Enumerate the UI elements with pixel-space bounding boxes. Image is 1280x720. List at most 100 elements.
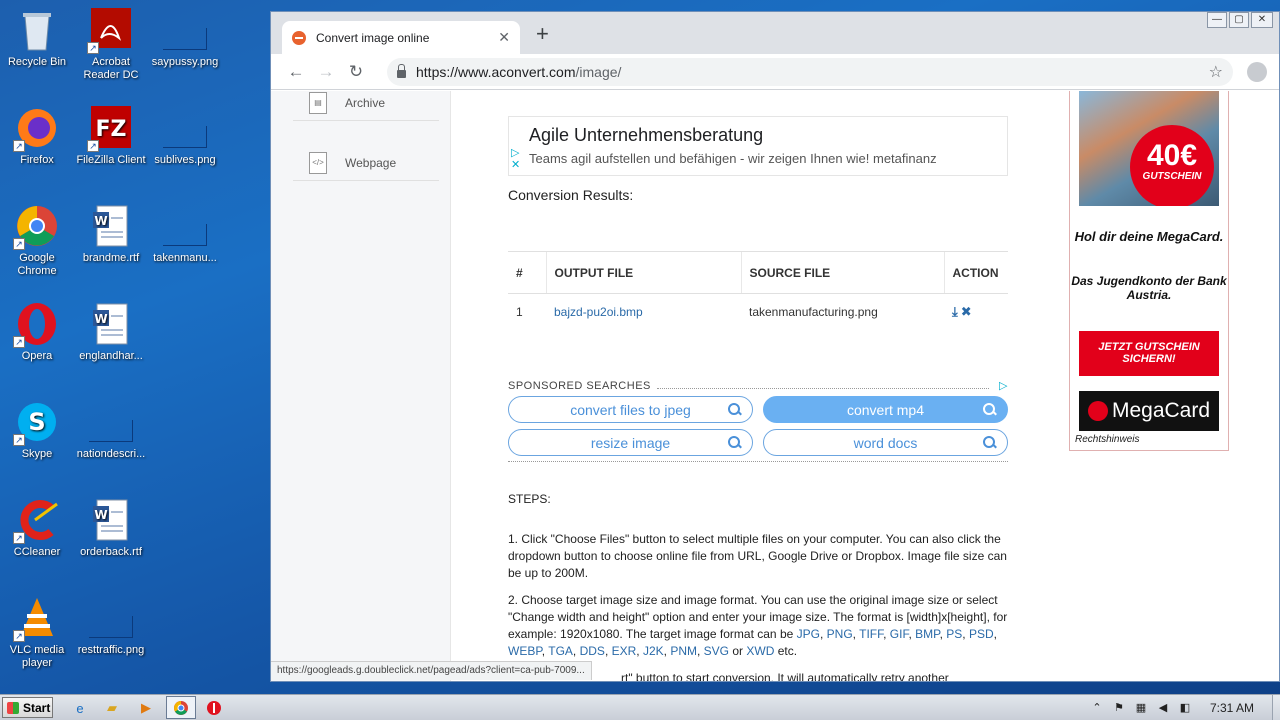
ad-headline[interactable]: Agile Unternehmensberatung — [529, 125, 987, 146]
maximize-button[interactable]: ▢ — [1229, 12, 1249, 28]
media-player-icon[interactable]: ▶ — [136, 698, 156, 718]
format-link[interactable]: TIFF — [859, 627, 883, 641]
search-pill[interactable]: word docs — [763, 429, 1008, 456]
security-icon[interactable]: ◧ — [1178, 701, 1192, 715]
desktop-icon-recycle-bin[interactable]: Recycle Bin — [0, 8, 74, 69]
image-file-icon — [89, 616, 133, 638]
desktop-icon-rtf[interactable]: W englandhar... — [74, 302, 148, 363]
search-pill[interactable]: resize image — [508, 429, 753, 456]
adchoices-icon[interactable]: ▷ — [999, 379, 1008, 392]
explorer-folder-icon[interactable]: ▰ — [102, 698, 122, 718]
display-ad-megacard[interactable]: 40€ GUTSCHEIN Hol dir deine MegaCard. Da… — [1069, 91, 1229, 451]
desktop-icon-firefox[interactable]: ↗ Firefox — [0, 106, 74, 167]
tray-expand-icon[interactable]: ⌃ — [1090, 701, 1104, 715]
ad-line-1: Hol dir deine MegaCard. — [1074, 229, 1224, 244]
column-header-number: # — [508, 251, 546, 294]
desktop-icon-file[interactable]: takenmanu... — [148, 204, 222, 265]
reload-icon[interactable]: ↻ — [341, 62, 371, 82]
search-pill-label: word docs — [853, 434, 918, 451]
format-link[interactable]: EXR — [612, 644, 637, 658]
desktop-icon-opera[interactable]: ↗ Opera — [0, 302, 74, 363]
conversion-results-title: Conversion Results: — [508, 187, 634, 203]
download-icon[interactable]: ⤓ — [952, 304, 958, 319]
desktop-icon-label: Firefox — [20, 154, 54, 166]
tab-convert-image[interactable]: Convert image online ✕ — [282, 21, 520, 54]
format-link[interactable]: PSD — [969, 627, 994, 641]
opera-taskbar-icon[interactable] — [204, 698, 224, 718]
format-link[interactable]: XWD — [746, 644, 774, 658]
desktop-icon-file[interactable]: saypussy.png — [148, 8, 222, 69]
word-document-icon: W — [89, 204, 133, 248]
ie-icon[interactable]: e — [70, 698, 90, 718]
desktop-icon-vlc[interactable]: ↗ VLC media player — [0, 596, 74, 670]
desktop-icon-chrome[interactable]: ↗ Google Chrome — [0, 204, 74, 278]
desktop-icon-file[interactable]: resttraffic.png — [74, 596, 148, 657]
action-center-icon[interactable]: ⚑ — [1112, 701, 1126, 715]
step-1-text: 1. Click "Choose Files" button to select… — [508, 532, 1007, 580]
back-arrow-icon[interactable]: ← — [281, 62, 311, 82]
desktop-icon-file[interactable]: nationdescri... — [74, 400, 148, 461]
text-ad-banner[interactable]: Agile Unternehmensberatung Teams agil au… — [508, 116, 1008, 176]
desktop-icon-rtf[interactable]: W brandme.rtf — [74, 204, 148, 265]
desktop-icon-file[interactable]: sublives.png — [148, 106, 222, 167]
format-link[interactable]: TGA — [548, 644, 573, 658]
desktop-icon-label: FileZilla Client — [76, 154, 146, 166]
desktop-icon-label: takenmanu... — [153, 252, 217, 264]
image-file-icon — [163, 224, 207, 246]
desktop-icon-label: nationdescri... — [76, 448, 146, 460]
close-window-button[interactable]: ✕ — [1251, 12, 1273, 28]
svg-text:W: W — [94, 508, 107, 522]
format-link[interactable]: BMP — [915, 627, 939, 641]
start-button[interactable]: Start — [2, 697, 53, 718]
steps-section: STEPS: 1. Click "Choose Files" button to… — [508, 491, 1008, 681]
desktop-icon-ccleaner[interactable]: ↗ CCleaner — [0, 498, 74, 559]
desktop-icon-label: sublives.png — [154, 154, 216, 166]
address-bar[interactable]: https://www.aconvert.com/image/ ☆ — [387, 58, 1233, 86]
format-link[interactable]: PNM — [670, 644, 697, 658]
format-link[interactable]: GIF — [890, 627, 909, 641]
adchoices-icon[interactable]: ▷ ✕ — [511, 147, 520, 171]
format-link[interactable]: JPG — [797, 627, 820, 641]
new-tab-button[interactable]: + — [536, 23, 549, 45]
output-file-link[interactable]: bajzd-pu2oi.bmp — [546, 294, 741, 330]
forward-arrow-icon[interactable]: → — [311, 62, 341, 82]
chrome-taskbar-icon[interactable] — [166, 696, 196, 719]
search-pill-label: convert mp4 — [846, 401, 925, 418]
format-link[interactable]: WEBP — [508, 644, 542, 658]
svg-text:W: W — [94, 214, 107, 228]
network-icon[interactable]: ▦ — [1134, 701, 1148, 715]
show-desktop-button[interactable] — [1272, 695, 1280, 720]
desktop-icon-filezilla[interactable]: FZ ↗ FileZilla Client — [74, 106, 148, 167]
acrobat-icon: ↗ — [87, 8, 133, 54]
ad-legal-link[interactable]: Rechtshinweis — [1075, 434, 1139, 445]
browser-toolbar: ← → ↻ https://www.aconvert.com/image/ ☆ — [271, 54, 1279, 90]
search-pill[interactable]: convert mp4 — [763, 396, 1008, 423]
volume-icon[interactable]: ◀ — [1156, 701, 1170, 715]
desktop-icon-skype[interactable]: S ↗ Skype — [0, 400, 74, 461]
minimize-button[interactable]: — — [1207, 12, 1227, 28]
sidebar-item-archive[interactable]: ▤ Archive — [293, 91, 439, 121]
search-icon — [981, 401, 997, 417]
desktop-icon-label: CCleaner — [13, 546, 61, 558]
format-link[interactable]: J2K — [643, 644, 664, 658]
delete-icon[interactable]: ✖ — [961, 304, 972, 319]
tab-close-icon[interactable]: ✕ — [498, 29, 510, 46]
ad-cta-button[interactable]: JETZT GUTSCHEIN SICHERN! — [1079, 331, 1219, 376]
clock[interactable]: 7:31 AM — [1210, 701, 1254, 715]
desktop-icon-label: Skype — [21, 448, 53, 460]
bookmark-star-icon[interactable]: ☆ — [1209, 62, 1223, 82]
voucher-label: GUTSCHEIN — [1142, 171, 1202, 182]
desktop-icon-rtf[interactable]: W orderback.rtf — [74, 498, 148, 559]
search-pill[interactable]: convert files to jpeg — [508, 396, 753, 423]
url-text[interactable]: https://www.aconvert.com/image/ — [416, 64, 1209, 80]
format-link[interactable]: DDS — [580, 644, 605, 658]
desktop-icon-label: Acrobat Reader DC — [83, 56, 139, 81]
format-link[interactable]: PS — [946, 627, 962, 641]
profile-avatar-icon[interactable] — [1247, 62, 1267, 82]
archive-file-icon: ▤ — [309, 91, 327, 114]
format-link[interactable]: SVG — [704, 644, 729, 658]
format-link[interactable]: PNG — [827, 627, 853, 641]
column-header-source: SOURCE FILE — [740, 251, 944, 294]
desktop-icon-acrobat[interactable]: ↗ Acrobat Reader DC — [74, 8, 148, 82]
sidebar-item-webpage[interactable]: </> Webpage — [293, 145, 439, 181]
